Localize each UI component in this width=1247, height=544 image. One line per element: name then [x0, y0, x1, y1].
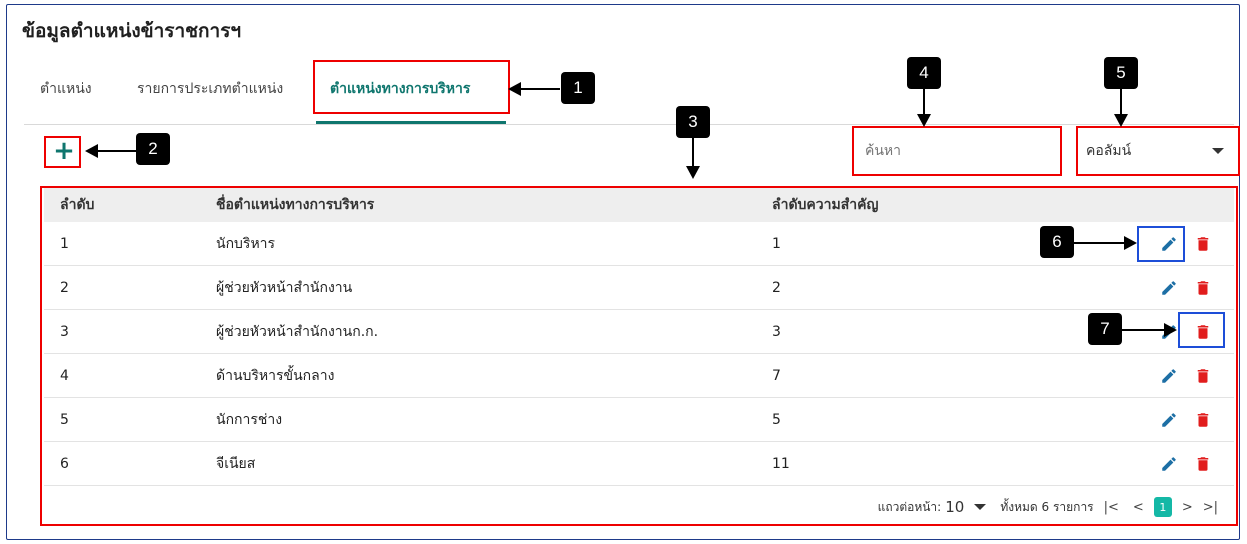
annotation-box-delete [1178, 312, 1225, 348]
annotation-box-add [44, 136, 81, 168]
active-tab-indicator [316, 121, 506, 124]
annotation-arrow-head [1164, 323, 1177, 337]
annotation-box-search [852, 126, 1062, 176]
annotation-arrow-line [520, 88, 560, 90]
page-title: ข้อมูลตำแหน่งข้าราชการฯ [22, 20, 242, 42]
annotation-box-columns [1076, 126, 1240, 176]
page-number-button[interactable]: 1 [1153, 497, 1172, 517]
annotation-arrow-head [1114, 114, 1128, 127]
prev-page-button[interactable]: < [1133, 500, 1144, 515]
tab-position-types[interactable]: รายการประเภทตำแหน่ง [137, 78, 283, 100]
annotation-box-tab [313, 60, 510, 114]
tab-positions[interactable]: ตำแหน่ง [40, 78, 92, 100]
total-records: ทั้งหมด 6 รายการ [1000, 499, 1094, 514]
annotation-arrow-head [1124, 236, 1137, 250]
annotation-arrow-line [1122, 329, 1166, 331]
callout-6: 6 [1040, 226, 1074, 258]
callout-3: 3 [676, 106, 710, 138]
caret-down-icon[interactable] [974, 504, 987, 510]
rows-per-page-select[interactable]: 10 [945, 498, 964, 516]
callout-5: 5 [1104, 57, 1138, 89]
callout-4: 4 [907, 57, 941, 89]
callout-1: 1 [561, 72, 595, 104]
callout-2: 2 [136, 133, 170, 165]
annotation-arrow-head [686, 166, 700, 179]
annotation-arrow-line [1074, 242, 1128, 244]
annotation-arrow-line [923, 89, 925, 115]
annotation-arrow-line [96, 150, 136, 152]
annotation-arrow-line [692, 138, 694, 168]
pagination: แถวต่อหน้า: 10 ทั้งหมด 6 รายการ |< < 1 >… [0, 487, 1234, 527]
annotation-arrow-line [1120, 89, 1122, 115]
tabs-divider [24, 124, 1234, 125]
rows-per-page-label: แถวต่อหน้า: [877, 499, 942, 514]
first-page-button[interactable]: |< [1104, 500, 1119, 515]
annotation-box-edit [1137, 226, 1185, 262]
callout-7: 7 [1088, 313, 1122, 345]
last-page-button[interactable]: >| [1203, 500, 1218, 515]
next-page-button[interactable]: > [1182, 500, 1193, 515]
annotation-arrow-head [917, 114, 931, 127]
